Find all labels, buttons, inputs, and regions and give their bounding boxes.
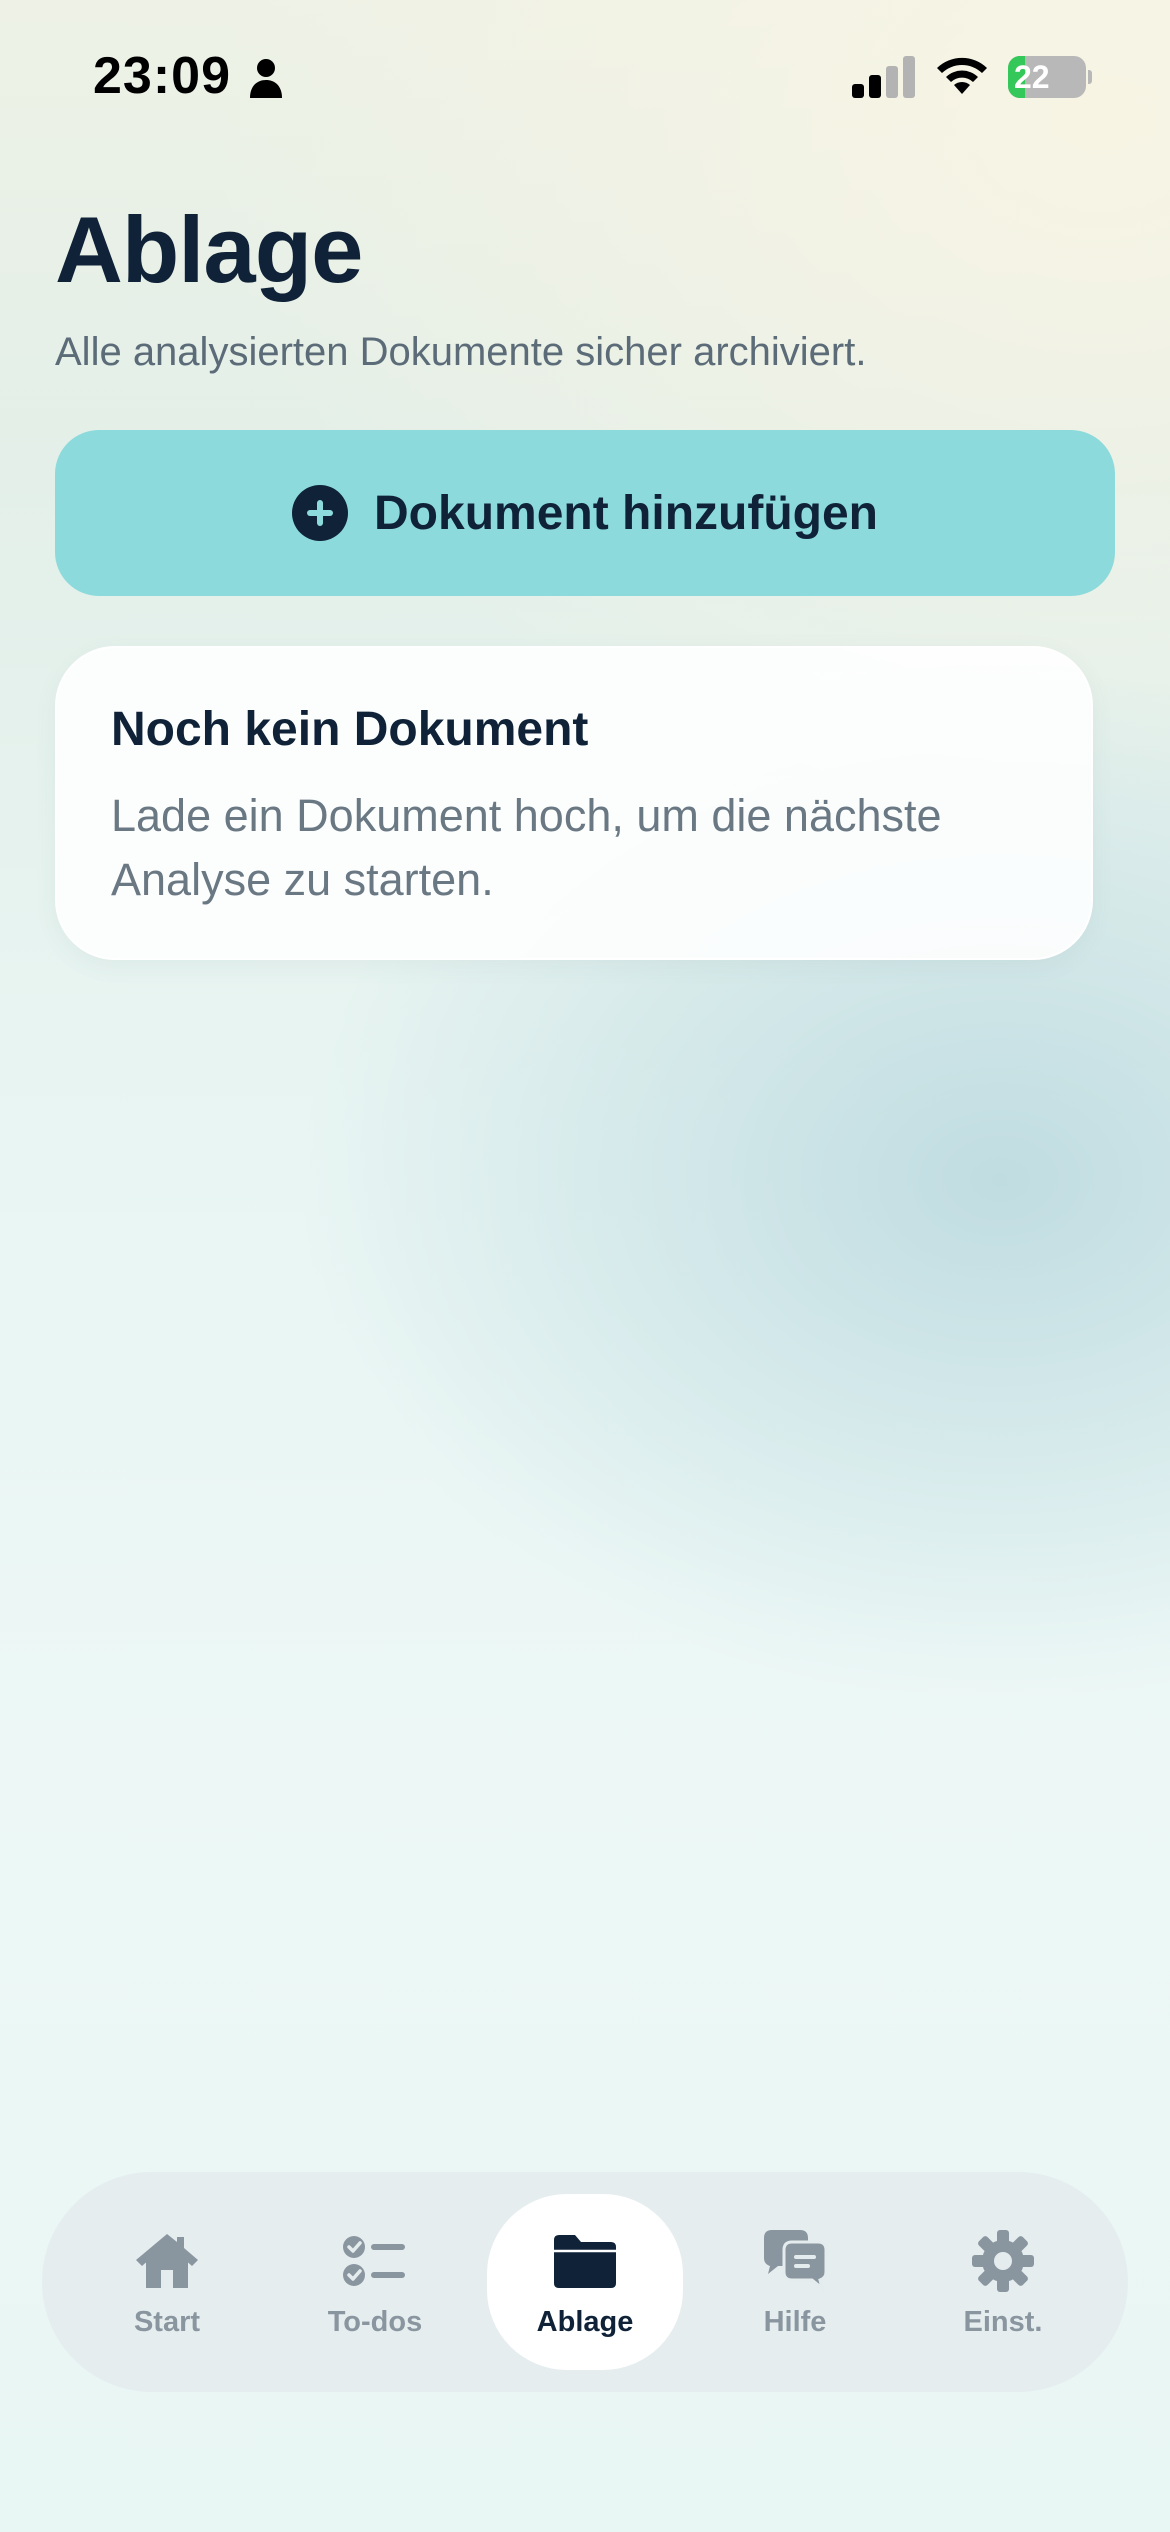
gear-icon xyxy=(972,2229,1034,2292)
tab-label-start: Start xyxy=(133,2305,201,2338)
status-time: 23:09 xyxy=(93,47,231,105)
add-document-label: Dokument hinzufügen xyxy=(374,486,878,540)
wifi-icon xyxy=(937,57,987,94)
tab-label-hilfe: Hilfe xyxy=(763,2305,827,2338)
empty-state-title: Noch kein Dokument xyxy=(111,703,589,756)
checklist-icon xyxy=(343,2235,405,2286)
battery-indicator: 22 xyxy=(1008,56,1092,98)
add-document-button[interactable]: Dokument hinzufügen xyxy=(55,430,1115,596)
page-subtitle: Alle analysierten Dokumente sicher archi… xyxy=(55,330,867,374)
folder-icon xyxy=(554,2234,616,2288)
home-icon xyxy=(136,2233,198,2288)
page-title: Ablage xyxy=(55,197,363,302)
chat-bubbles-icon xyxy=(764,2229,828,2292)
tab-bar: Start To-dos Ablage Hilfe Einst. xyxy=(42,2172,1128,2392)
tab-hilfe[interactable]: Hilfe xyxy=(710,2172,880,2392)
empty-state-card: Noch kein Dokument Lade ein Dokument hoc… xyxy=(55,646,1093,960)
tab-label-ablage: Ablage xyxy=(536,2305,634,2338)
person-icon xyxy=(250,59,282,98)
tab-label-einstellungen: Einst. xyxy=(963,2305,1043,2338)
signal-icon xyxy=(852,56,915,98)
tab-einstellungen[interactable]: Einst. xyxy=(918,2172,1088,2392)
tab-todos[interactable]: To-dos xyxy=(290,2172,460,2392)
tab-ablage[interactable]: Ablage xyxy=(487,2194,683,2370)
battery-level: 22 xyxy=(1014,59,1050,95)
tab-label-todos: To-dos xyxy=(327,2305,423,2338)
status-bar: 23:09 22 xyxy=(0,0,1170,150)
empty-state-text: Lade ein Dokument hoch, um die nächste A… xyxy=(111,790,942,905)
tab-start[interactable]: Start xyxy=(82,2172,252,2392)
plus-circle-icon xyxy=(292,485,349,541)
